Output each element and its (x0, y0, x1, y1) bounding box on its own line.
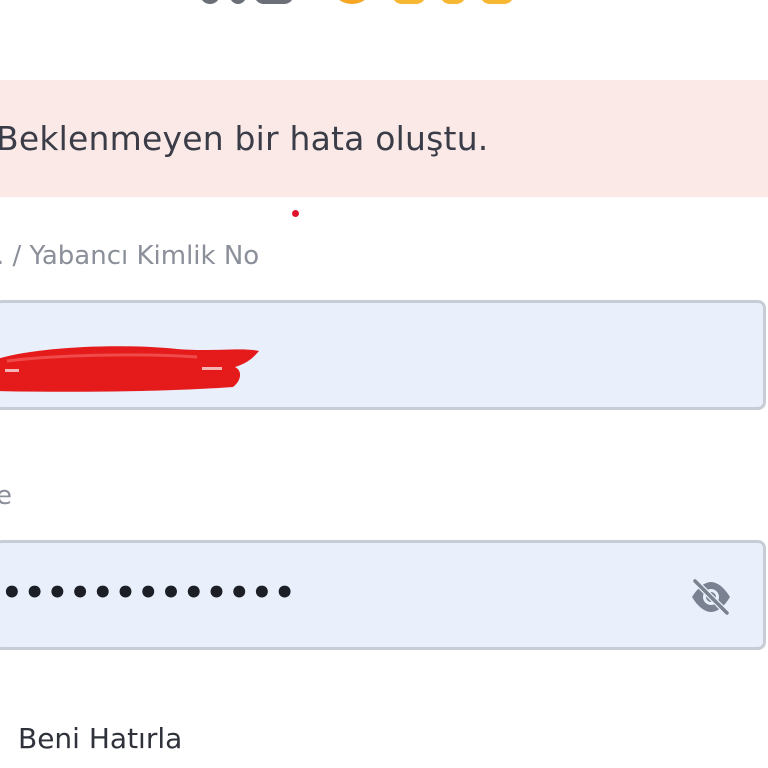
brand-logo (190, 0, 550, 8)
login-page: Beklenmeyen bir hata oluştu. . / Yabancı… (0, 0, 768, 768)
sun-icon (330, 0, 374, 4)
required-indicator (292, 210, 299, 217)
error-alert: Beklenmeyen bir hata oluştu. (0, 80, 768, 197)
remember-me-label[interactable]: Beni Hatırla (18, 722, 182, 755)
error-alert-message: Beklenmeyen bir hata oluştu. (0, 119, 489, 158)
password-field-label: e (0, 481, 12, 511)
redaction-scribble (0, 346, 259, 392)
password-masked-value: ••••••••••••• (1, 573, 297, 613)
eye-slash-icon[interactable] (689, 577, 733, 617)
password-input[interactable]: ••••••••••••• (0, 540, 766, 650)
remember-me-row[interactable]: Beni Hatırla (0, 714, 182, 762)
id-field-label: . / Yabancı Kimlik No (0, 241, 260, 271)
id-number-input[interactable] (0, 300, 766, 410)
